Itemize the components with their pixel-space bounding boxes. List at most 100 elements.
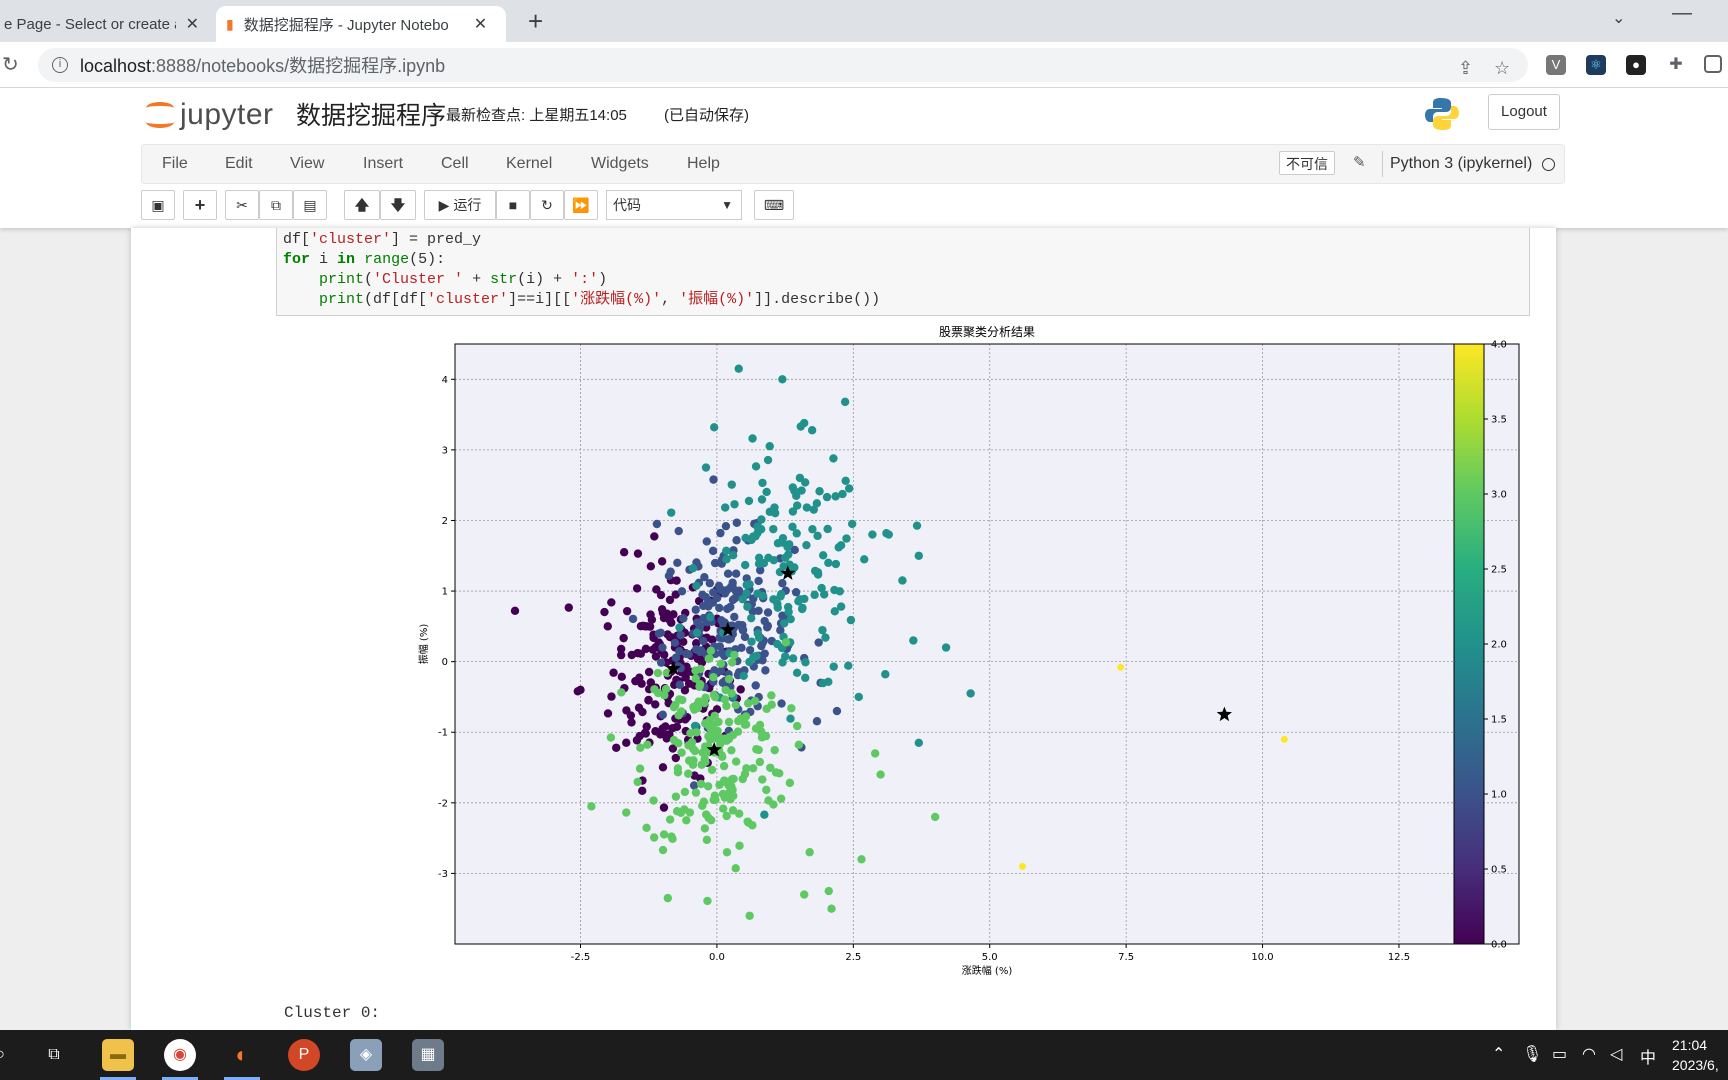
- chevron-up-icon[interactable]: ⌃: [1492, 1044, 1505, 1064]
- keyboard-icon[interactable]: ⌨: [754, 190, 794, 220]
- run-button[interactable]: ▶ 运行: [424, 190, 496, 220]
- scatter-point: [787, 704, 796, 713]
- share-icon[interactable]: ⇪: [1458, 58, 1473, 79]
- scatter-point: [847, 519, 857, 529]
- insert-cell-icon[interactable]: +: [183, 190, 217, 220]
- cell-type-select[interactable]: 代码 ▼: [606, 190, 742, 220]
- scatter-point: [619, 633, 628, 643]
- info-icon[interactable]: i: [52, 57, 68, 73]
- menu-insert[interactable]: Insert: [363, 155, 403, 173]
- scatter-point: [909, 636, 918, 645]
- close-tab-icon[interactable]: ✕: [474, 14, 487, 34]
- menu-edit[interactable]: Edit: [225, 155, 253, 173]
- url-path: :8888/notebooks/数据挖掘程序.ipynb: [151, 56, 446, 76]
- scatter-point: [701, 463, 711, 472]
- restart-run-all-icon[interactable]: ⏩: [564, 190, 598, 220]
- scatter-point: [930, 812, 940, 822]
- search-icon[interactable]: ○: [0, 1039, 16, 1071]
- scatter-point: [730, 650, 739, 660]
- colorbar: [1453, 343, 1485, 945]
- scatter-point: [633, 549, 643, 558]
- scatter-point: [699, 636, 708, 646]
- scatter-point: [762, 785, 771, 795]
- save-icon[interactable]: ▣: [141, 190, 175, 220]
- code-cell[interactable]: df['cluster'] = pred_y for i in range(5)…: [276, 228, 1530, 316]
- x-tick-label: 7.5: [1118, 952, 1134, 963]
- scatter-point: [711, 795, 720, 805]
- powerpoint-icon[interactable]: P: [288, 1039, 320, 1071]
- app-icon[interactable]: ▦: [412, 1039, 444, 1071]
- react-devtools-icon[interactable]: ⚛: [1586, 55, 1606, 75]
- move-down-icon[interactable]: 🡇: [380, 190, 416, 220]
- menu-view[interactable]: View: [290, 155, 324, 173]
- menu-help[interactable]: Help: [687, 155, 720, 173]
- kernel-name[interactable]: Python 3 (ipykernel): [1390, 155, 1532, 173]
- new-tab-icon[interactable]: +: [528, 6, 543, 36]
- scatter-point: [709, 423, 719, 432]
- scatter-point: [797, 486, 806, 495]
- scatter-point: [844, 484, 854, 493]
- reload-icon[interactable]: ↻: [2, 52, 19, 77]
- paste-icon[interactable]: ▤: [293, 190, 327, 220]
- bookmark-star-icon[interactable]: ☆: [1494, 58, 1510, 79]
- menu-file[interactable]: File: [162, 155, 188, 173]
- task-view-icon[interactable]: ⧉: [38, 1039, 70, 1071]
- volume-icon[interactable]: ◁: [1610, 1044, 1622, 1064]
- clock[interactable]: 21:04 2023/6,: [1672, 1035, 1719, 1075]
- input-method-icon[interactable]: 中: [1640, 1044, 1656, 1068]
- colorbar-tick-label: 1.5: [1491, 715, 1507, 726]
- scatter-point: [706, 612, 715, 622]
- trust-button[interactable]: 不可信: [1279, 151, 1335, 175]
- battery-icon[interactable]: ▭: [1552, 1044, 1567, 1064]
- scatter-point: [813, 568, 823, 577]
- jupyter-app-icon[interactable]: ◐: [226, 1039, 258, 1071]
- scatter-point: [815, 487, 824, 496]
- puzzle-extensions-icon[interactable]: ✚: [1666, 55, 1686, 75]
- scatter-point: [721, 521, 731, 531]
- app-icon[interactable]: ◈: [350, 1039, 382, 1071]
- scatter-point: [672, 722, 682, 732]
- scatter-point: [607, 598, 616, 607]
- menu-cell[interactable]: Cell: [441, 155, 469, 173]
- tab-title: 数据挖掘程序 - Jupyter Notebo: [243, 16, 449, 34]
- url-input[interactable]: i localhost:8888/notebooks/数据挖掘程序.ipynb …: [38, 48, 1528, 82]
- scatter-point: [728, 806, 738, 815]
- restart-icon[interactable]: ↻: [530, 190, 564, 220]
- scatter-point: [669, 735, 679, 745]
- extension-icon[interactable]: ●: [1626, 55, 1646, 75]
- scatter-point: [667, 618, 676, 627]
- microphone-icon[interactable]: 🎙: [1522, 1044, 1542, 1064]
- interrupt-icon[interactable]: ■: [496, 190, 530, 220]
- cut-icon[interactable]: ✂: [225, 190, 259, 220]
- side-panel-icon[interactable]: [1704, 55, 1722, 73]
- minimize-icon[interactable]: —: [1672, 2, 1692, 25]
- scatter-point: [695, 682, 704, 691]
- scatter-point: [760, 616, 769, 626]
- move-up-icon[interactable]: 🡅: [344, 190, 380, 220]
- tab-search-icon[interactable]: ⌄: [1612, 8, 1625, 28]
- scatter-point: [648, 645, 658, 654]
- colorbar-tick-label: 3.5: [1491, 415, 1507, 426]
- notebook-name[interactable]: 数据挖掘程序: [296, 96, 446, 132]
- chrome-icon[interactable]: ◉: [164, 1039, 196, 1071]
- edit-pencil-icon[interactable]: ✎: [1353, 153, 1366, 171]
- scatter-point: [941, 643, 951, 652]
- extension-v-icon[interactable]: V: [1546, 55, 1566, 75]
- scatter-point: [743, 602, 752, 611]
- copy-icon[interactable]: ⧉: [259, 190, 293, 220]
- scatter-point: [800, 478, 810, 487]
- chart-title: 股票聚类分析结果: [939, 325, 1035, 339]
- scatter-point: [838, 489, 847, 499]
- jupyter-logo[interactable]: jupyter: [146, 98, 274, 132]
- menu-kernel[interactable]: Kernel: [506, 155, 552, 173]
- logout-button[interactable]: Logout: [1488, 94, 1560, 130]
- tab-active[interactable]: ▮ 数据挖掘程序 - Jupyter Notebo ✕: [216, 6, 506, 42]
- scatter-point: [663, 893, 672, 903]
- wifi-icon[interactable]: ◠: [1582, 1044, 1596, 1064]
- file-explorer-icon[interactable]: ▬: [102, 1039, 134, 1071]
- menu-widgets[interactable]: Widgets: [591, 155, 649, 173]
- scatter-point: [766, 763, 775, 772]
- tab-inactive[interactable]: e Page - Select or create a ✕: [0, 6, 209, 42]
- close-tab-icon[interactable]: ✕: [186, 14, 199, 34]
- scatter-point: [784, 550, 793, 559]
